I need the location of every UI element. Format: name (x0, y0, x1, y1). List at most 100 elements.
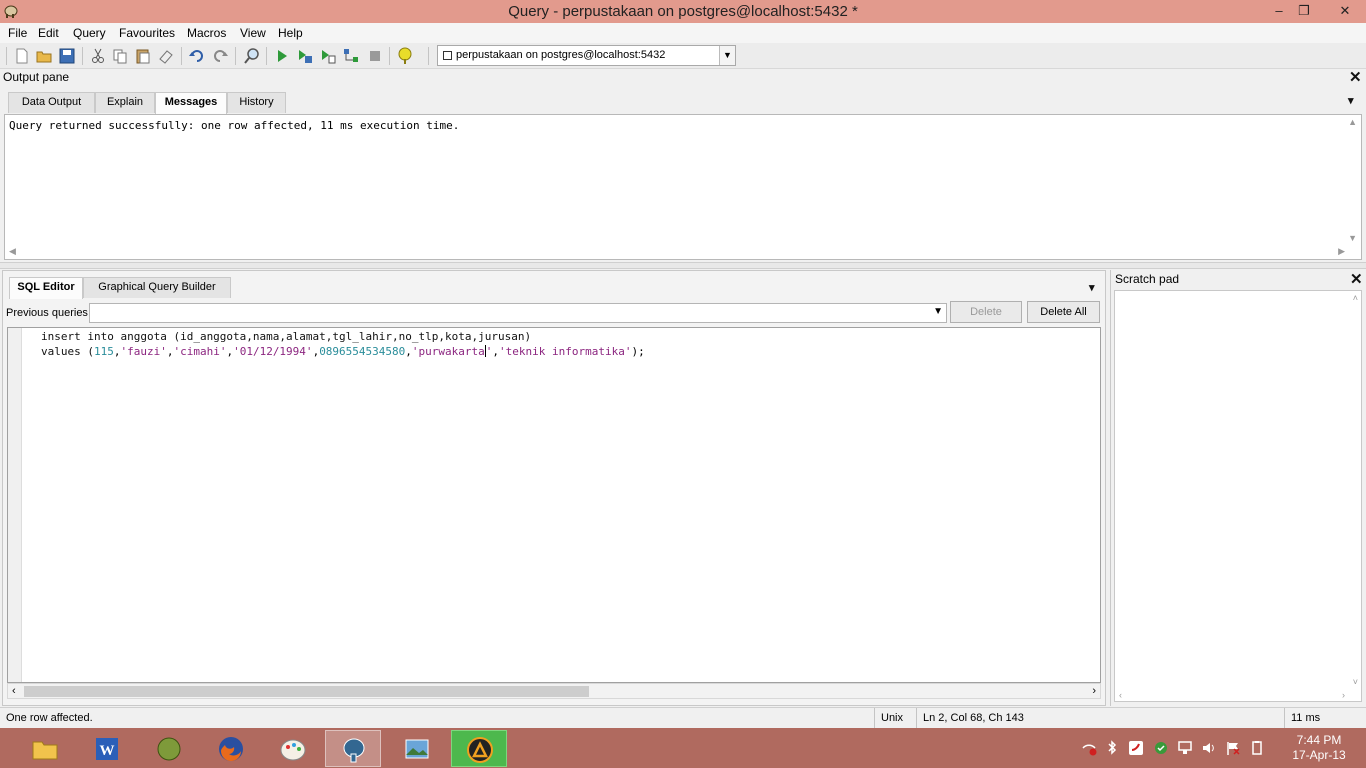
taskbar-ares[interactable] (451, 730, 507, 767)
taskbar-word[interactable]: W (79, 730, 135, 767)
scrollbar-thumb[interactable] (24, 686, 589, 697)
code-line-1: insert into anggota (id_anggota,nama,ala… (41, 330, 531, 343)
previous-queries-select[interactable]: ▼ (89, 303, 947, 323)
copy-icon[interactable] (111, 47, 129, 65)
save-icon[interactable] (58, 47, 76, 65)
toolbar: perpustakaan on postgres@localhost:5432 … (0, 43, 1366, 69)
status-line-ending: Unix (874, 708, 916, 728)
toolbar-separator (389, 47, 390, 65)
editor-horizontal-scrollbar[interactable]: ‹ › (7, 683, 1101, 699)
tab-explain[interactable]: Explain (95, 92, 155, 113)
menu-macros[interactable]: Macros (187, 26, 226, 40)
scroll-down-icon[interactable]: ▼ (1348, 233, 1357, 243)
system-clock[interactable]: 7:44 PM 17-Apr-13 (1289, 733, 1349, 763)
output-tabs-menu-icon[interactable]: ▾ (1348, 94, 1354, 107)
volume-icon[interactable] (1201, 740, 1217, 756)
tab-graphical-query-builder[interactable]: Graphical Query Builder (83, 277, 231, 298)
status-exec-time: 11 ms (1284, 708, 1366, 728)
output-pane-close-icon[interactable]: ✕ (1349, 68, 1362, 86)
ares-icon (467, 737, 493, 763)
scratch-pad-editor[interactable]: ˄ ˅ ‹ › (1114, 290, 1362, 702)
code-keyword: values ( (41, 345, 94, 358)
minimize-button[interactable]: – (1266, 0, 1292, 23)
previous-queries-label: Previous queries (6, 307, 88, 319)
code-number: 0896554534580 (319, 345, 406, 358)
security-check-icon[interactable] (1153, 740, 1169, 756)
code-string: '01/12/1994' (233, 345, 313, 358)
delete-button[interactable]: Delete (950, 301, 1022, 323)
antivirus-icon[interactable] (1128, 740, 1144, 756)
network-warning-icon[interactable] (1081, 740, 1097, 756)
undo-icon[interactable] (188, 47, 206, 65)
execute-pgscript-icon[interactable] (296, 47, 314, 65)
editor-tabs-menu-icon[interactable]: ▾ (1089, 281, 1095, 294)
scroll-up-icon[interactable]: ▲ (1348, 117, 1357, 127)
sql-editor-panel: SQL Editor Graphical Query Builder ▾ Pre… (2, 270, 1106, 706)
code-string: 'purwakarta (411, 345, 485, 358)
explain-icon[interactable] (342, 47, 360, 65)
scroll-right-icon[interactable]: ▶ (1338, 246, 1345, 257)
network-icon[interactable] (1177, 740, 1193, 756)
scroll-up-icon[interactable]: ˄ (1353, 293, 1358, 303)
find-icon[interactable] (243, 47, 261, 65)
chevron-down-icon[interactable]: ▼ (719, 46, 735, 65)
menu-help[interactable]: Help (278, 26, 303, 40)
output-pane-title: Output pane (3, 70, 70, 84)
scroll-right-icon[interactable]: › (1342, 690, 1345, 700)
pgadmin-icon (343, 738, 365, 763)
menu-view[interactable]: View (240, 26, 266, 40)
restore-button[interactable]: ❐ (1291, 0, 1317, 23)
toolbar-separator (235, 47, 236, 65)
power-icon[interactable] (1249, 740, 1265, 756)
menu-edit[interactable]: Edit (38, 26, 59, 40)
new-icon[interactable] (13, 47, 31, 65)
connection-value: perpustakaan on postgres@localhost:5432 (456, 49, 666, 61)
scroll-down-icon[interactable]: ˅ (1353, 677, 1358, 687)
code-line-2: values (115,'fauzi','cimahi','01/12/1994… (41, 345, 645, 358)
title-bar: Query - perpustakaan on postgres@localho… (0, 0, 1366, 23)
sql-editor[interactable]: insert into anggota (id_anggota,nama,ala… (7, 327, 1101, 683)
help-icon[interactable] (396, 47, 414, 65)
execute-to-file-icon[interactable] (319, 47, 337, 65)
tab-history[interactable]: History (227, 92, 286, 113)
connection-checkbox[interactable] (443, 51, 452, 60)
redo-icon[interactable] (211, 47, 229, 65)
tab-sql-editor[interactable]: SQL Editor (9, 277, 83, 299)
clear-icon[interactable] (157, 47, 175, 65)
scratch-pad-panel: Scratch pad ✕ ˄ ˅ ‹ › (1110, 270, 1366, 706)
bluetooth-icon[interactable] (1104, 740, 1120, 756)
scroll-left-icon[interactable]: ‹ (1119, 690, 1122, 700)
taskbar-photos[interactable] (389, 730, 445, 767)
execute-icon[interactable] (273, 47, 291, 65)
toolbar-separator (82, 47, 83, 65)
connection-select[interactable]: perpustakaan on postgres@localhost:5432 … (437, 45, 736, 66)
menu-file[interactable]: File (8, 26, 27, 40)
cancel-query-icon[interactable] (366, 47, 384, 65)
tab-messages[interactable]: Messages (155, 92, 227, 114)
scratch-pad-close-icon[interactable]: ✕ (1350, 270, 1363, 288)
pane-splitter[interactable] (0, 262, 1366, 269)
query-result-message: Query returned successfully: one row aff… (9, 119, 460, 132)
taskbar-csio[interactable] (141, 730, 197, 767)
taskbar-paint[interactable] (265, 730, 321, 767)
delete-all-button[interactable]: Delete All (1027, 301, 1100, 323)
taskbar-file-explorer[interactable] (17, 730, 73, 767)
messages-panel: Query returned successfully: one row aff… (4, 114, 1362, 260)
toolbar-grip (6, 47, 7, 65)
paste-icon[interactable] (134, 47, 152, 65)
toolbar-grip (428, 47, 429, 65)
flag-icon[interactable] (1225, 740, 1241, 756)
scroll-left-icon[interactable]: ◀ (9, 246, 16, 257)
tab-data-output[interactable]: Data Output (8, 92, 95, 113)
close-window-button[interactable]: ✕ (1325, 0, 1365, 23)
chevron-down-icon[interactable]: ▼ (933, 306, 943, 317)
cut-icon[interactable] (89, 47, 107, 65)
file-explorer-icon (32, 741, 58, 760)
taskbar-firefox[interactable] (203, 730, 259, 767)
open-icon[interactable] (35, 47, 53, 65)
scroll-left-icon[interactable]: ‹ (12, 685, 16, 697)
menu-favourites[interactable]: Favourites (119, 26, 175, 40)
taskbar-pgadmin[interactable] (325, 730, 381, 767)
menu-query[interactable]: Query (73, 26, 106, 40)
scroll-right-icon[interactable]: › (1092, 685, 1096, 697)
